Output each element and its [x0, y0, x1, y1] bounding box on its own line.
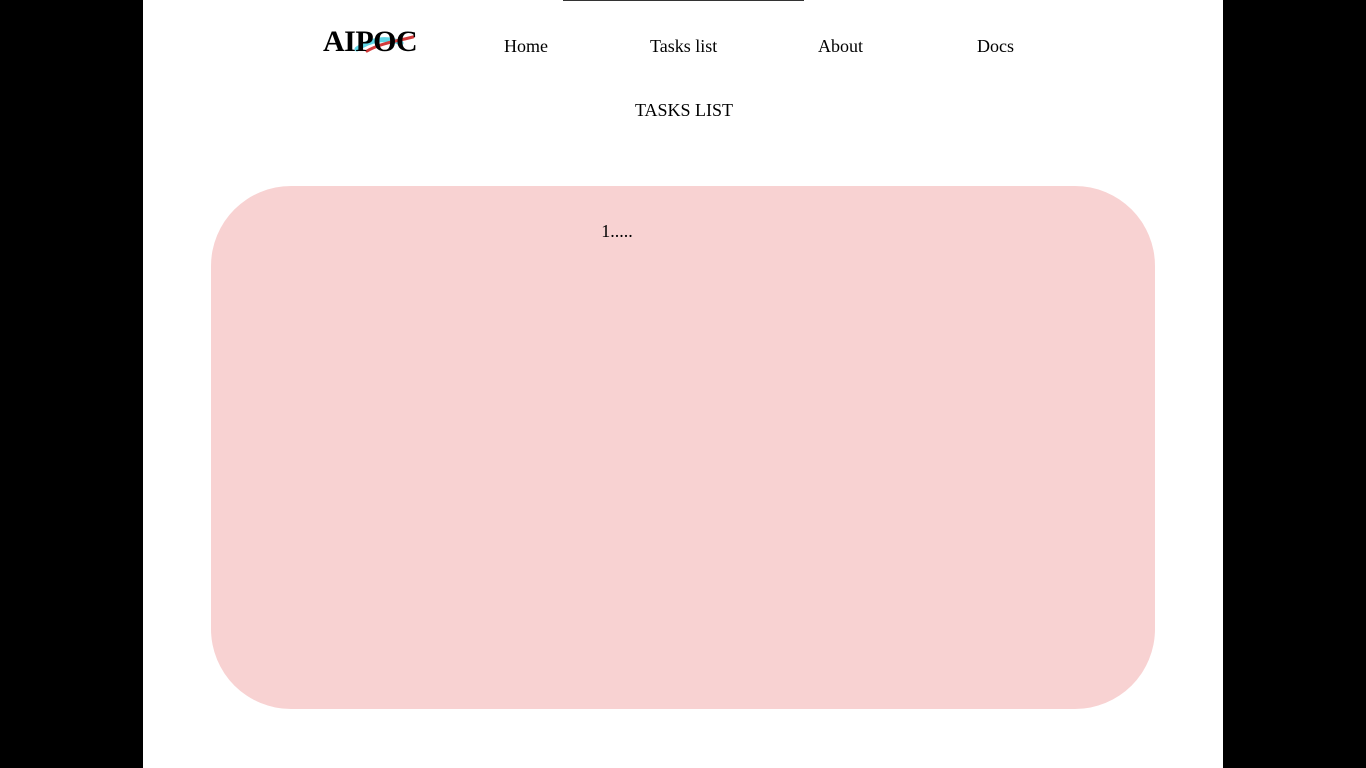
page-title: TASKS LIST: [634, 100, 734, 120]
logo-text: AIPOC: [323, 25, 418, 58]
task-list-item: 1.....: [601, 221, 633, 241]
nav-link-docs[interactable]: Docs: [977, 34, 1014, 58]
logo[interactable]: AIPOC: [323, 24, 419, 60]
nav-link-home[interactable]: Home: [504, 34, 548, 58]
nav-link-about[interactable]: About: [818, 34, 863, 58]
page: AIPOC Home Tasks list About Docs TASKS L…: [143, 0, 1223, 768]
task-list-card: [211, 186, 1155, 709]
navbar: AIPOC Home Tasks list About Docs: [143, 0, 1223, 90]
nav-link-tasks-list[interactable]: Tasks list: [650, 34, 717, 58]
